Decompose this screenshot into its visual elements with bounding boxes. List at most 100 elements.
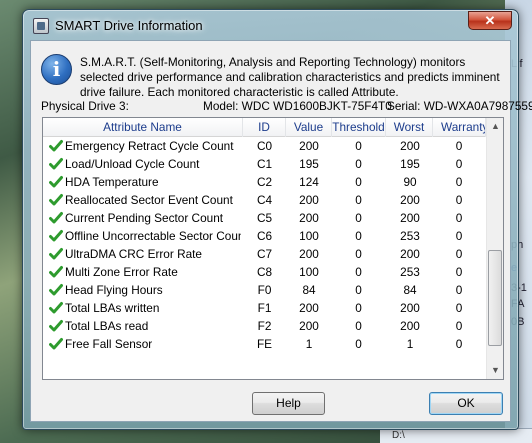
- cell-value: 200: [299, 193, 319, 207]
- cell-worst: 200: [400, 247, 420, 261]
- table-row[interactable]: Current Pending Sector Count C5 200 0 200 0: [43, 209, 486, 227]
- cell-threshold: 0: [355, 337, 362, 351]
- table-row[interactable]: HDA Temperature C2 124 0 90 0: [43, 173, 486, 191]
- table-row[interactable]: Head Flying Hours F0 84 0 84 0: [43, 281, 486, 299]
- cell-name: UltraDMA CRC Error Rate: [65, 247, 202, 261]
- cell-threshold: 0: [355, 157, 362, 171]
- cell-id: F1: [257, 301, 272, 315]
- background-drive-text: D:\: [392, 430, 405, 441]
- cell-threshold: 0: [355, 193, 362, 207]
- cell-id: C5: [256, 211, 273, 225]
- cell-warranty: 0: [455, 139, 463, 153]
- cell-warranty: 0: [455, 193, 463, 207]
- cell-id: C6: [256, 229, 273, 243]
- table-row[interactable]: Offline Uncorrectable Sector Count C6 100 0…: [43, 227, 486, 245]
- green-check-icon: [49, 301, 63, 315]
- cell-worst: 90: [403, 175, 417, 189]
- cell-name: Multi Zone Error Rate: [65, 265, 178, 279]
- table-row[interactable]: Emergency Retract Cycle Count C0 200 0 200 0: [43, 137, 486, 155]
- cell-id: C8: [256, 265, 273, 279]
- column-header-warranty[interactable]: Warranty: [433, 118, 486, 137]
- close-button[interactable]: ✕: [468, 11, 512, 30]
- cell-name: Load/Unload Cycle Count: [65, 157, 200, 171]
- list-header: Attribute Name ID Value Threshold Worst …: [43, 118, 486, 137]
- green-check-icon: [49, 229, 63, 243]
- green-check-icon: [49, 337, 63, 351]
- cell-warranty: 0: [455, 157, 463, 171]
- cell-worst: 200: [400, 193, 420, 207]
- cell-value: 200: [299, 301, 319, 315]
- green-check-icon: [49, 175, 63, 189]
- cell-warranty: 0: [455, 301, 463, 315]
- cell-worst: 84: [403, 283, 417, 297]
- green-check-icon: [49, 283, 63, 297]
- cell-id: C0: [256, 139, 273, 153]
- app-icon: [33, 18, 49, 34]
- background-bar: D:\: [380, 428, 532, 443]
- scroll-thumb[interactable]: [488, 250, 502, 346]
- green-check-icon: [49, 319, 63, 333]
- cell-value: 1: [305, 337, 313, 351]
- scroll-down-icon[interactable]: ▼: [487, 362, 503, 379]
- cell-name: Free Fall Sensor: [65, 337, 153, 351]
- table-row[interactable]: UltraDMA CRC Error Rate C7 200 0 200 0: [43, 245, 486, 263]
- cell-name: Total LBAs read: [65, 319, 149, 333]
- green-check-icon: [49, 265, 63, 279]
- cell-worst: 195: [400, 157, 420, 171]
- cell-worst: 200: [400, 301, 420, 315]
- cell-name: Emergency Retract Cycle Count: [65, 139, 234, 153]
- scroll-up-icon[interactable]: ▲: [487, 118, 503, 135]
- cell-id: C1: [256, 157, 273, 171]
- cell-warranty: 0: [455, 229, 463, 243]
- cell-id: FE: [256, 337, 273, 351]
- dialog-client: i S.M.A.R.T. (Self-Monitoring, Analysis …: [30, 40, 532, 422]
- cell-id: C4: [256, 193, 273, 207]
- cell-threshold: 0: [355, 229, 362, 243]
- green-check-icon: [49, 157, 63, 171]
- column-header-id[interactable]: ID: [243, 118, 286, 137]
- table-row[interactable]: Total LBAs read F2 200 0 200 0: [43, 317, 486, 335]
- cell-id: F2: [257, 319, 272, 333]
- vertical-scrollbar[interactable]: ▲ ▼: [486, 118, 503, 379]
- cell-threshold: 0: [355, 319, 362, 333]
- cell-warranty: 0: [455, 211, 463, 225]
- table-row[interactable]: Reallocated Sector Event Count C4 200 0 200 0: [43, 191, 486, 209]
- column-header-attribute-name[interactable]: Attribute Name: [43, 118, 243, 137]
- cell-threshold: 0: [355, 175, 362, 189]
- cell-name: Reallocated Sector Event Count: [65, 193, 233, 207]
- cell-id: C2: [256, 175, 273, 189]
- column-header-value[interactable]: Value: [286, 118, 332, 137]
- attribute-list[interactable]: Attribute Name ID Value Threshold Worst …: [42, 117, 504, 380]
- cell-worst: 253: [400, 265, 420, 279]
- help-button[interactable]: Help: [252, 392, 325, 415]
- cell-warranty: 0: [455, 283, 463, 297]
- cell-threshold: 0: [355, 301, 362, 315]
- info-icon: i: [41, 54, 72, 85]
- cell-name: Current Pending Sector Count: [65, 211, 224, 225]
- cell-threshold: 0: [355, 283, 362, 297]
- column-header-worst[interactable]: Worst: [386, 118, 433, 137]
- table-row[interactable]: Load/Unload Cycle Count C1 195 0 195 0: [43, 155, 486, 173]
- drive-serial: Serial: WD-WXA0A7987559: [387, 99, 532, 113]
- cell-value: 200: [299, 247, 319, 261]
- cell-name: HDA Temperature: [65, 175, 159, 189]
- cell-value: 195: [299, 157, 319, 171]
- cell-worst: 200: [400, 319, 420, 333]
- cell-value: 124: [299, 175, 319, 189]
- smart-dialog: SMART Drive Information ✕ i S.M.A.R.T. (…: [22, 9, 532, 430]
- drive-label: Physical Drive 3:: [41, 99, 129, 113]
- cell-worst: 253: [400, 229, 420, 243]
- green-check-icon: [49, 247, 63, 261]
- table-row[interactable]: Multi Zone Error Rate C8 100 0 253 0: [43, 263, 486, 281]
- table-row[interactable]: Total LBAs written F1 200 0 200 0: [43, 299, 486, 317]
- column-header-threshold[interactable]: Threshold: [332, 118, 386, 137]
- table-row[interactable]: Free Fall Sensor FE 1 0 1 0: [43, 335, 486, 353]
- description-text: S.M.A.R.T. (Self-Monitoring, Analysis an…: [80, 55, 500, 99]
- cell-threshold: 0: [355, 139, 362, 153]
- cell-warranty: 0: [455, 319, 463, 333]
- cell-value: 200: [299, 319, 319, 333]
- title-bar[interactable]: SMART Drive Information ✕: [23, 10, 518, 40]
- ok-button[interactable]: OK: [429, 392, 503, 415]
- window-title: SMART Drive Information: [55, 18, 203, 33]
- cell-id: F0: [257, 283, 272, 297]
